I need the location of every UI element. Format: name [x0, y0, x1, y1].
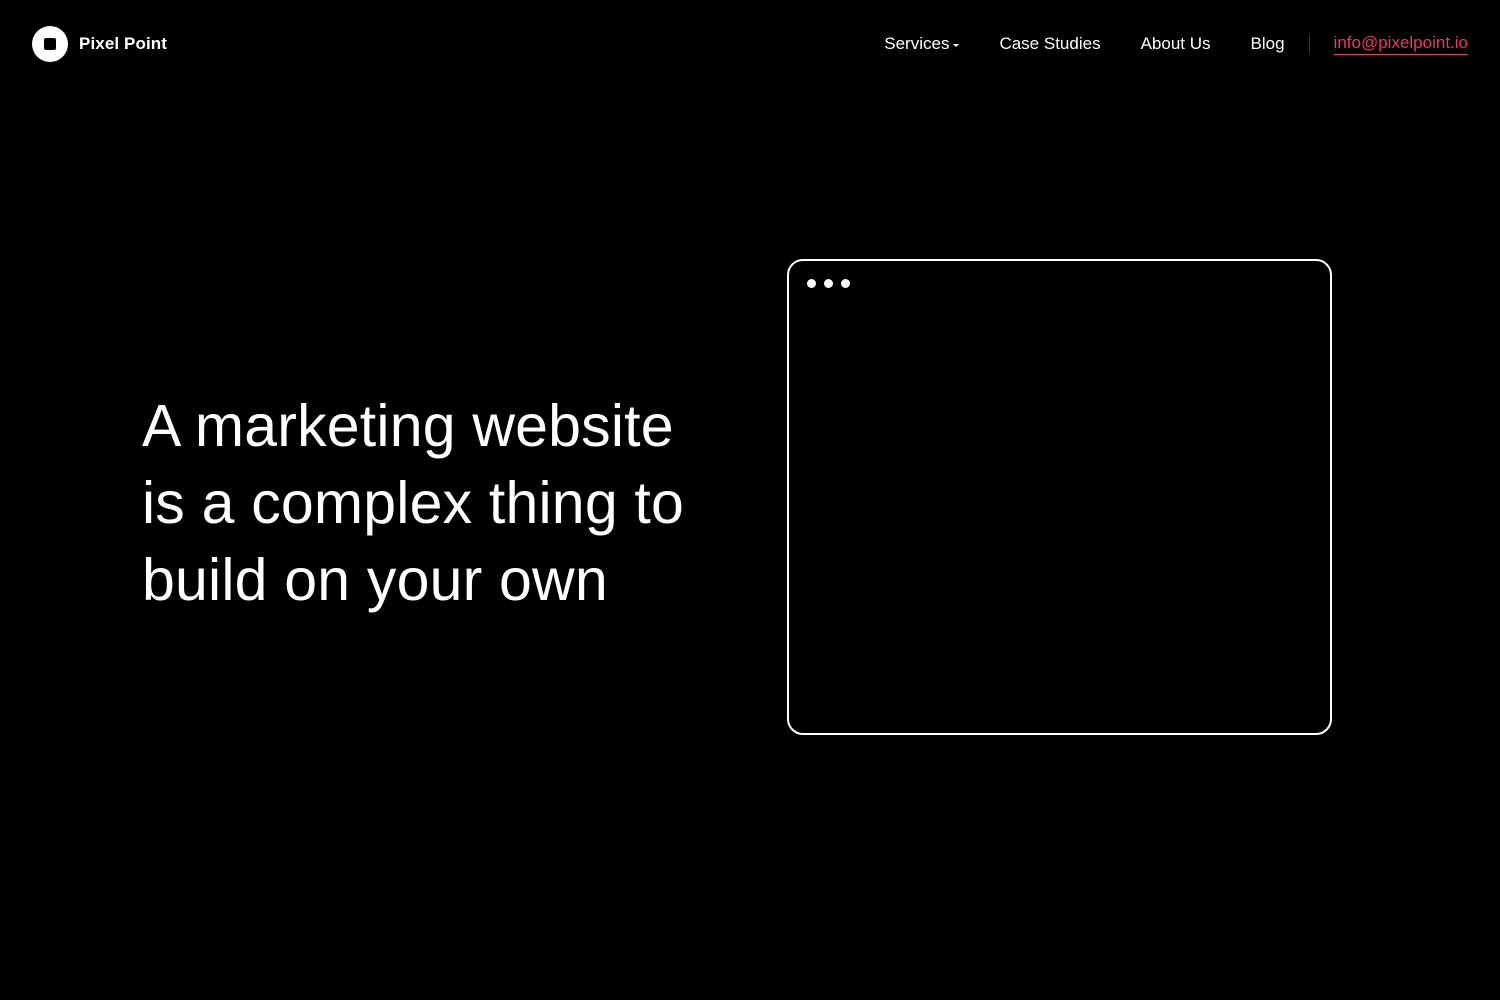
window-dot [824, 279, 833, 288]
browser-window-illustration [787, 259, 1332, 735]
nav-item-case-studies-label: Case Studies [999, 34, 1101, 53]
hero-title: A marketing website is a complex thing t… [142, 388, 742, 619]
nav-item-about-us-label: About Us [1140, 34, 1211, 53]
hero-title-line-2: is a complex thing to [142, 470, 685, 536]
window-dot [807, 279, 816, 288]
hero-title-line-1: A marketing website [142, 393, 674, 459]
nav-item-services-label: Services [884, 34, 950, 53]
nav-item-blog-label: Blog [1250, 34, 1285, 53]
logo-square-glyph [44, 38, 56, 50]
caret-down-icon [953, 43, 960, 47]
main-nav: Services Case Studies About Us Blog info… [884, 30, 1468, 58]
window-dot [841, 279, 850, 288]
nav-divider [1308, 35, 1310, 53]
logo-link[interactable]: Pixel Point [32, 26, 167, 62]
nav-item-case-studies[interactable]: Case Studies [999, 34, 1100, 54]
window-controls-dots-icon [807, 279, 850, 288]
site-header: Pixel Point Services Case Studies About … [0, 0, 1500, 88]
logo-text: Pixel Point [79, 34, 168, 53]
page: Pixel Point Services Case Studies About … [0, 0, 1500, 1000]
nav-item-about-us[interactable]: About Us [1141, 34, 1211, 54]
hero-title-line-3: build on your own [142, 547, 608, 613]
square-in-circle-logo-icon [32, 26, 68, 62]
contact-email-link[interactable]: info@pixelpoint.io [1333, 33, 1468, 55]
nav-item-blog[interactable]: Blog [1251, 34, 1285, 54]
nav-item-services[interactable]: Services [884, 34, 960, 54]
